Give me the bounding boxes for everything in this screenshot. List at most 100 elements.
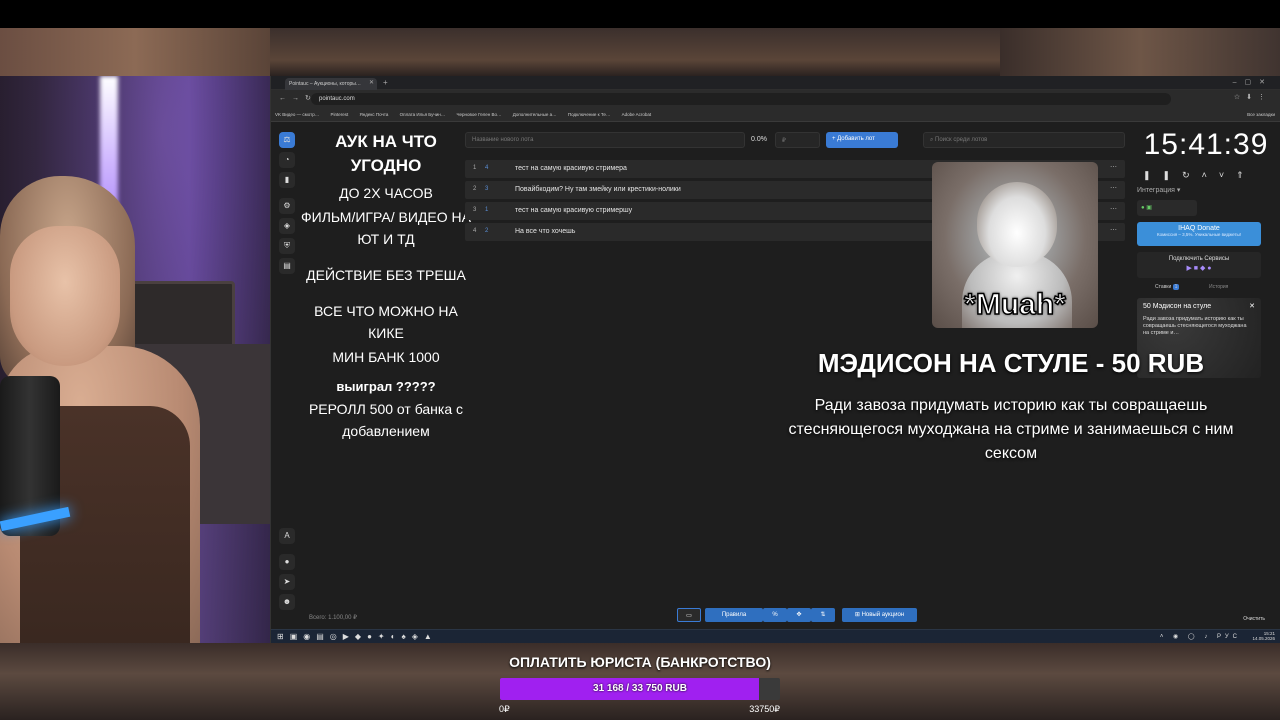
rules-line: ДЕЙСТВИЕ БЕЗ ТРЕША xyxy=(306,267,466,283)
translate-icon[interactable]: A xyxy=(279,528,295,544)
bookmark[interactable]: Дополнительные а… xyxy=(513,112,557,117)
rules-line: ДО 2Х ЧАСОВ xyxy=(339,185,433,201)
lot-votes: 4 xyxy=(485,165,489,171)
lot-amount-input[interactable]: ₽ xyxy=(775,132,820,148)
stats-icon[interactable]: ▮ xyxy=(279,172,295,188)
new-auction-label: Новый аукцион xyxy=(861,612,905,618)
lot-menu-icon[interactable]: ⋯ xyxy=(1110,163,1117,171)
rules-line: МИН БАНК 1000 xyxy=(332,349,440,365)
rules-button[interactable]: Правила xyxy=(705,608,763,622)
new-auction-button[interactable]: ⊞ Новый аукцион xyxy=(842,608,917,622)
add-lot-label: Добавить лот xyxy=(837,136,875,142)
lot-votes: 2 xyxy=(485,228,489,234)
settings-icon[interactable]: ⚙ xyxy=(279,198,295,214)
integrations-dropdown[interactable]: Интеграция ▾ xyxy=(1137,186,1180,194)
lot-menu-icon[interactable]: ⋯ xyxy=(1110,205,1117,213)
auction-rules-text: АУК НА ЧТО УГОДНО ДО 2Х ЧАСОВ ФИЛЬМ/ИГРА… xyxy=(301,130,471,530)
browser-window: Pointauc – Аукционы, которы… ✕ + ‒▢✕ ←→↻… xyxy=(270,76,1280,643)
bookmark[interactable]: Яндекс Почта xyxy=(360,112,389,117)
integration-toggle[interactable]: ● ▣ xyxy=(1137,200,1197,216)
lot-title: На все что хочешь xyxy=(515,228,576,235)
cat-gif: *Muah* xyxy=(932,162,1098,328)
cat-head xyxy=(977,182,1057,267)
search-lots-placeholder: Поиск среди лотов xyxy=(935,137,988,143)
webcam-feed xyxy=(0,76,270,643)
move-icon[interactable]: ✥ xyxy=(787,608,811,622)
bookmark[interactable]: Черновое Гелен Во… xyxy=(457,112,502,117)
new-lot-input[interactable]: Название нового лота xyxy=(465,132,745,148)
lot-menu-icon[interactable]: ⋯ xyxy=(1110,226,1117,234)
bookmark[interactable]: VK Видео — смотр… xyxy=(275,112,319,117)
wheel-icon[interactable]: ◔ xyxy=(279,152,295,168)
goal-max-label: 33750₽ xyxy=(749,704,780,714)
windows-taskbar: ⊞▣◉▤◎▶◆●✦◐♠◈▲ ˄ ◉ ◯ ♪ РУС 15:21 14.05.20… xyxy=(271,629,1280,643)
rules-line: РЕРОЛЛ 500 от банка с добавлением xyxy=(308,401,464,439)
pointauc-app: ⚖ ◔ ▮ ⚙ ◈ ⛨ ▤ A ● ➤ ☻ АУК НА ЧТО УГОДНО … xyxy=(271,122,1280,629)
bet-card-title: 50 Мэдисон на стуле xyxy=(1143,303,1212,310)
address-bar: ←→↻ pointauc.com ☆⬇⋮ xyxy=(271,90,1280,108)
goal-min-label: 0₽ xyxy=(499,704,510,714)
taskbar-app-icons[interactable]: ⊞▣◉▤◎▶◆●✦◐♠◈▲ xyxy=(277,632,438,641)
tab-bets-label: Ставки xyxy=(1155,284,1172,290)
background-scene-right xyxy=(1000,28,1280,78)
lot-title: тест на самую красивую стримера xyxy=(515,165,627,172)
lot-menu-icon[interactable]: ⋯ xyxy=(1110,184,1117,192)
bets-history-tabs: Ставки 1 История xyxy=(1137,284,1261,294)
service-icons: ▶ ■ ◆ ● xyxy=(1186,265,1212,272)
auction-timer: 15:41:39 xyxy=(1143,128,1269,161)
bet-card-message: Ради завоза придумать историю как ты сов… xyxy=(1143,316,1247,336)
percent-icon[interactable]: % xyxy=(763,608,787,622)
bookmark[interactable]: Pinterest xyxy=(330,112,348,117)
browser-menu-icon[interactable]: ☆⬇⋮ xyxy=(1234,93,1271,101)
clear-button[interactable]: Очистить xyxy=(1243,616,1265,622)
sort-icon[interactable]: ⇅ xyxy=(811,608,835,622)
tab-history[interactable]: История xyxy=(1209,284,1228,290)
shield-icon[interactable]: ⛨ xyxy=(279,238,295,254)
donate-title: IHAQ Donate xyxy=(1178,225,1220,232)
layout-icon[interactable]: ▭ xyxy=(677,608,701,622)
taskbar-clock[interactable]: 15:21 14.05.2026 xyxy=(1252,631,1275,641)
webcam-streamer-face xyxy=(10,226,120,366)
close-icon[interactable]: ✕ xyxy=(1249,302,1255,310)
lot-number: 4 xyxy=(473,228,477,234)
tab-bar: Pointauc – Аукционы, которы… ✕ + ‒▢✕ xyxy=(271,76,1280,90)
github-icon[interactable]: ● xyxy=(279,554,295,570)
rules-line: ВСЕ ЧТО МОЖНО НА КИКЕ xyxy=(314,303,458,341)
connect-services-button[interactable]: Подключить Сервисы ▶ ■ ◆ ● xyxy=(1137,252,1261,278)
url-field[interactable]: pointauc.com xyxy=(311,93,1171,105)
bookmark[interactable]: Подключение к Те… xyxy=(568,112,611,117)
new-tab-icon[interactable]: + xyxy=(383,78,388,87)
bookmark[interactable]: Adobe Acrobat xyxy=(622,112,652,117)
donation-alert-message: Ради завоза придумать историю как ты сов… xyxy=(788,397,1234,462)
tab-bets[interactable]: Ставки 1 xyxy=(1155,284,1180,290)
lot-title: Повайбкодим? Ну там змейку или крестики-… xyxy=(515,186,681,193)
keyboard-language: РУС xyxy=(1216,634,1241,640)
history-icon[interactable]: ▤ xyxy=(279,258,295,274)
lot-votes: 3 xyxy=(485,186,489,192)
lot-votes: 1 xyxy=(485,207,489,213)
add-lot-button[interactable]: + Добавить лот xyxy=(826,132,898,148)
bookmarks-bar: VK Видео — смотр… Pinterest Яндекс Почта… xyxy=(271,108,1280,122)
tab-bets-count: 1 xyxy=(1172,284,1180,290)
percent-label: 0.0% xyxy=(751,136,767,143)
lot-title: тест на самую красивую стримершу xyxy=(515,207,633,214)
background-scene-left xyxy=(0,28,270,78)
telegram-icon[interactable]: ➤ xyxy=(279,574,295,590)
bottom-toolbar: ▭ Правила % ✥ ⇅ ⊞ Новый аукцион xyxy=(677,608,932,622)
timer-controls[interactable]: ❚❚↻˄˅⇑ xyxy=(1143,170,1273,181)
close-tab-icon[interactable]: ✕ xyxy=(369,79,374,86)
webcam-speaker xyxy=(130,281,235,351)
browser-tab[interactable]: Pointauc – Аукционы, которы… xyxy=(285,78,377,90)
window-controls[interactable]: ‒▢✕ xyxy=(1233,78,1273,86)
goal-title: ОПЛАТИТЬ ЮРИСТА (БАНКРОТСТВО) xyxy=(509,654,771,670)
sidebar: ⚖ ◔ ▮ ⚙ ◈ ⛨ ▤ A ● ➤ ☻ xyxy=(275,132,297,622)
profile-icon[interactable]: ☻ xyxy=(279,594,295,610)
integrations-label: Интеграция xyxy=(1137,187,1175,194)
donate-service-button[interactable]: IHAQ Donate Комиссия – 3,5%. Уникальные … xyxy=(1137,222,1261,246)
system-tray[interactable]: ˄ ◉ ◯ ♪ РУС xyxy=(1160,633,1241,640)
layers-icon[interactable]: ◈ xyxy=(279,218,295,234)
auction-icon[interactable]: ⚖ xyxy=(279,132,295,148)
bookmark[interactable]: Оплата Илья Бучин… xyxy=(400,112,446,117)
search-lots-input[interactable]: ⌕ Поиск среди лотов xyxy=(923,132,1125,148)
all-bookmarks-link[interactable]: Все закладки xyxy=(1247,112,1275,117)
